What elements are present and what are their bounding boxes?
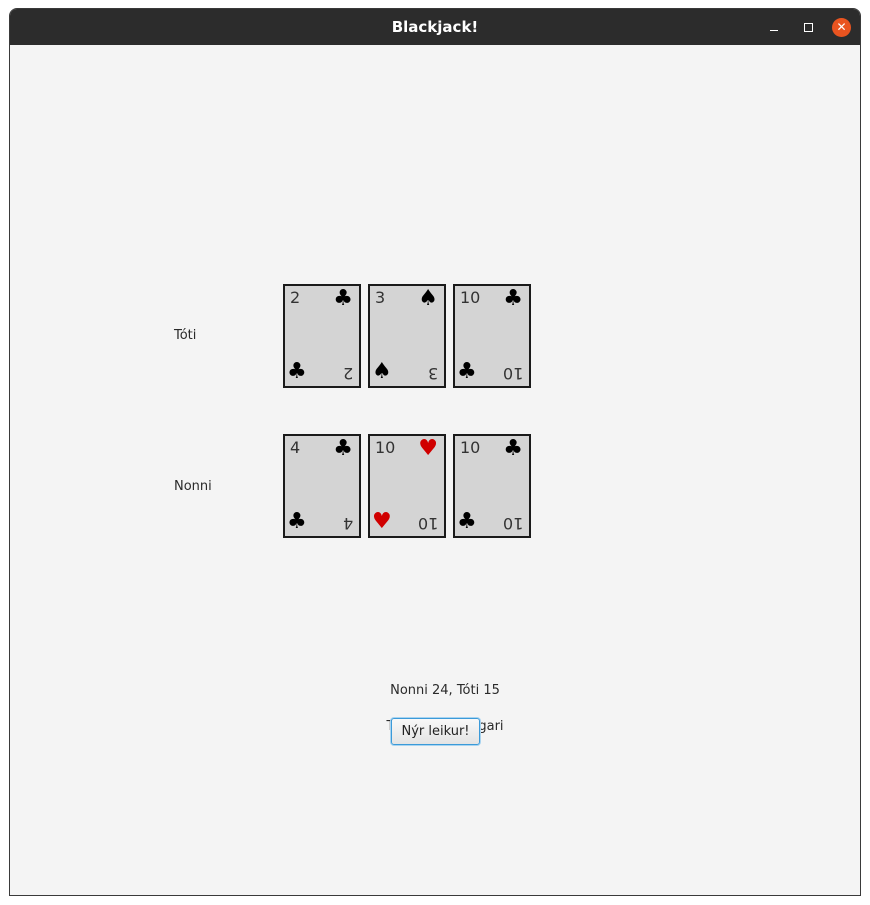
maximize-icon[interactable] <box>798 17 818 37</box>
clubs-icon: ♣ <box>333 436 353 461</box>
card-rank-rotated: 3 <box>427 364 438 383</box>
app-window: Blackjack! ✕ Tóti 2 ♣ ♣ 2 3 ♠ ♠ 3 10 ♣ ♣ <box>9 8 861 896</box>
clubs-icon: ♣ <box>503 286 523 311</box>
clubs-icon: ♣ <box>333 286 353 311</box>
clubs-icon: ♣ <box>503 436 523 461</box>
player-name-nonni: Nonni <box>174 479 212 494</box>
playing-card: 3 ♠ ♠ 3 <box>368 284 446 388</box>
spades-icon: ♠ <box>418 286 438 311</box>
player-name-toti: Tóti <box>174 328 197 343</box>
card-rank: 2 <box>290 288 301 307</box>
hearts-icon: ♥ <box>372 509 392 534</box>
playing-card: 10 ♣ ♣ 10 <box>453 434 531 538</box>
clubs-icon: ♣ <box>457 509 477 534</box>
card-rank: 4 <box>290 438 301 457</box>
playing-card: 2 ♣ ♣ 2 <box>283 284 361 388</box>
playing-card: 10 ♣ ♣ 10 <box>453 284 531 388</box>
new-game-button[interactable]: Nýr leikur! <box>391 718 480 745</box>
hand-nonni: 4 ♣ ♣ 4 10 ♥ ♥ 10 10 ♣ ♣ 10 <box>283 434 531 538</box>
clubs-icon: ♣ <box>457 359 477 384</box>
game-area: Tóti 2 ♣ ♣ 2 3 ♠ ♠ 3 10 ♣ ♣ 10 Nonni 4 ♣… <box>10 45 860 895</box>
playing-card: 4 ♣ ♣ 4 <box>283 434 361 538</box>
minimize-icon[interactable] <box>764 17 784 37</box>
card-rank: 3 <box>375 288 386 307</box>
card-rank: 10 <box>460 438 481 457</box>
playing-card: 10 ♥ ♥ 10 <box>368 434 446 538</box>
card-rank: 10 <box>460 288 481 307</box>
hand-toti: 2 ♣ ♣ 2 3 ♠ ♠ 3 10 ♣ ♣ 10 <box>283 284 531 388</box>
card-rank-rotated: 10 <box>502 514 523 533</box>
card-rank-rotated: 10 <box>417 514 438 533</box>
card-rank-rotated: 4 <box>342 514 353 533</box>
title-bar[interactable]: Blackjack! ✕ <box>10 9 860 45</box>
card-rank-rotated: 2 <box>342 364 353 383</box>
close-icon[interactable]: ✕ <box>832 18 851 37</box>
score-text: Nonni 24, Tóti 15 <box>390 683 500 698</box>
clubs-icon: ♣ <box>287 509 307 534</box>
card-rank: 10 <box>375 438 396 457</box>
clubs-icon: ♣ <box>287 359 307 384</box>
card-rank-rotated: 10 <box>502 364 523 383</box>
spades-icon: ♠ <box>372 359 392 384</box>
hearts-icon: ♥ <box>418 436 438 461</box>
window-title: Blackjack! <box>391 18 479 36</box>
